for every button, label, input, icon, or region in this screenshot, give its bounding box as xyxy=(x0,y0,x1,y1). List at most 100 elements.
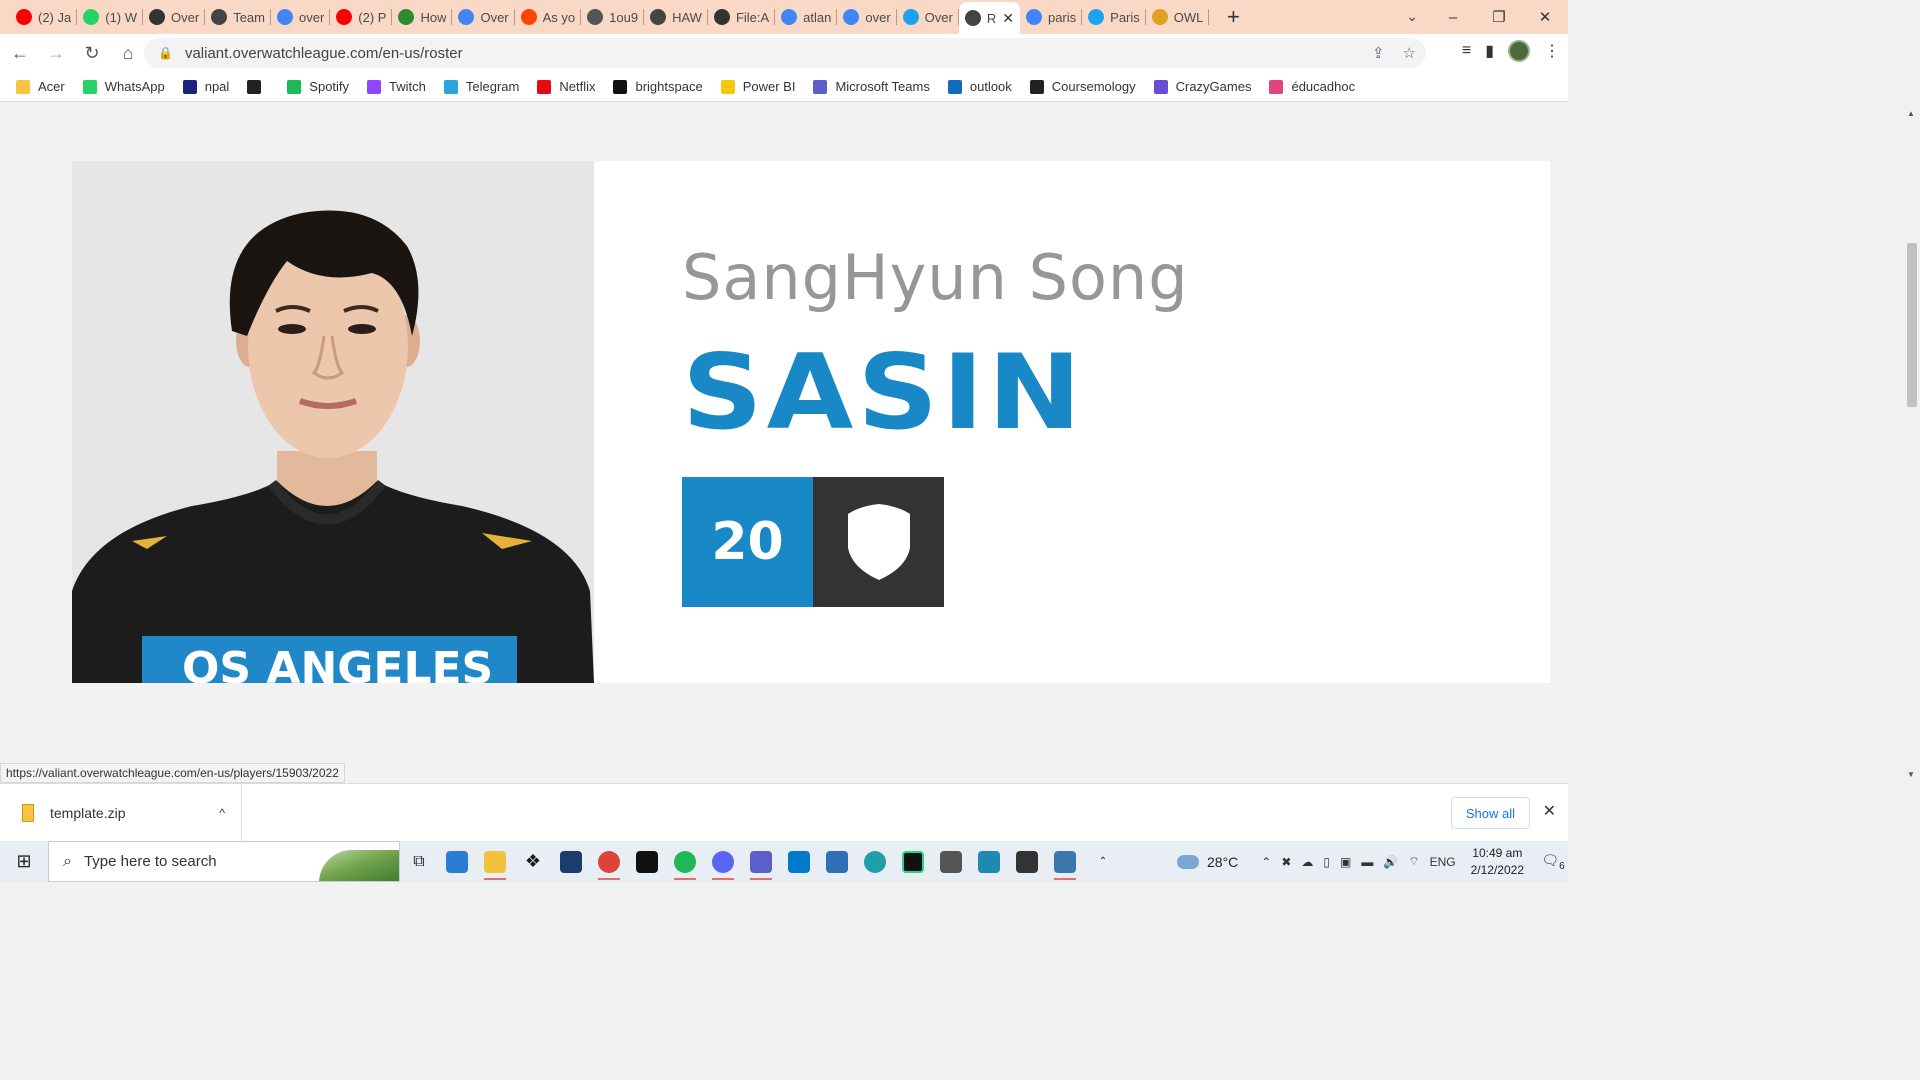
player-card[interactable]: OS ANGELES SangHyun Song SASIN 20 xyxy=(72,161,1550,683)
tablet-icon[interactable]: ▯ xyxy=(1323,855,1330,869)
bookmark-item[interactable]: Power BI xyxy=(720,79,796,94)
tab-title[interactable]: OWL xyxy=(1174,10,1204,25)
tab-title[interactable]: How xyxy=(420,10,446,25)
chevron-up-icon[interactable]: ^ xyxy=(219,806,225,820)
browser-tab[interactable]: (2) Ja xyxy=(10,0,78,34)
bookmark-item[interactable]: Netflix xyxy=(537,79,595,94)
vscode-icon[interactable] xyxy=(780,841,818,882)
unity-icon[interactable] xyxy=(932,841,970,882)
tab-title[interactable]: (2) Ja xyxy=(38,10,71,25)
browser-tab[interactable]: over xyxy=(837,0,897,34)
download-item[interactable]: template.zip ^ xyxy=(0,784,242,841)
browser-tab[interactable]: (2) P xyxy=(330,0,393,34)
maya-icon[interactable] xyxy=(970,841,1008,882)
browser-tab[interactable]: Over xyxy=(143,0,206,34)
tab-title[interactable]: Over xyxy=(171,10,199,25)
bookmark-item[interactable]: CrazyGames xyxy=(1153,79,1252,94)
bookmark-label[interactable]: Power BI xyxy=(743,79,796,94)
photos-icon[interactable] xyxy=(818,841,856,882)
bookmark-item[interactable]: éducadhoc xyxy=(1269,79,1355,94)
page-scrollbar[interactable]: ▲ ▼ xyxy=(1904,103,1920,783)
browser-tab[interactable]: Over xyxy=(897,0,959,34)
browser-tab[interactable]: Over xyxy=(452,0,515,34)
chrome-icon[interactable] xyxy=(590,841,628,882)
bookmark-item[interactable]: Acer xyxy=(16,79,65,94)
unity-hub-icon[interactable] xyxy=(1008,841,1046,882)
restore-icon[interactable]: ❐ xyxy=(1476,8,1522,26)
bookmark-label[interactable]: WhatsApp xyxy=(105,79,165,94)
bookmark-label[interactable]: Microsoft Teams xyxy=(835,79,929,94)
back-arrow-icon[interactable]: ← xyxy=(4,43,36,64)
share-icon[interactable]: ⇪ xyxy=(1372,44,1385,62)
volume-icon[interactable]: 🔊 xyxy=(1383,855,1398,869)
tab-title[interactable]: (1) W xyxy=(105,10,137,25)
taskbar-overflow-icon[interactable]: ⌃ xyxy=(1084,841,1122,882)
bookmark-item[interactable]: WhatsApp xyxy=(82,79,165,94)
weather-widget[interactable]: 28°C xyxy=(1177,854,1238,870)
discord-icon[interactable] xyxy=(704,841,742,882)
url-text[interactable]: valiant.overwatchleague.com/en-us/roster xyxy=(185,45,463,62)
bookmark-label[interactable]: outlook xyxy=(970,79,1012,94)
lock-icon[interactable]: 🔒 xyxy=(158,46,173,60)
dropbox-icon[interactable]: ❖ xyxy=(514,841,552,882)
browser-tab[interactable]: OWL xyxy=(1146,0,1210,34)
tab-title[interactable]: Over xyxy=(925,10,953,25)
bookmark-star-icon[interactable]: ☆ xyxy=(1403,44,1416,62)
tab-close-icon[interactable]: ✕ xyxy=(1002,10,1014,27)
bookmark-item[interactable]: npal xyxy=(182,79,230,94)
bookmark-item[interactable]: Spotify xyxy=(287,79,349,94)
bookmark-label[interactable]: Spotify xyxy=(309,79,349,94)
tab-title[interactable]: Over xyxy=(480,10,508,25)
bookmark-label[interactable]: npal xyxy=(205,79,230,94)
edge-icon[interactable] xyxy=(856,841,894,882)
bookmark-item[interactable]: brightspace xyxy=(613,79,703,94)
browser-tab[interactable]: R ✕ xyxy=(958,2,1020,34)
bookmark-item[interactable]: Coursemology xyxy=(1029,79,1136,94)
bookmark-item[interactable]: Telegram xyxy=(443,79,519,94)
home-icon[interactable]: ⌂ xyxy=(112,43,144,64)
browser-tab[interactable]: (1) W xyxy=(77,0,143,34)
tab-title[interactable]: File:A xyxy=(736,10,769,25)
taskbar-search-box[interactable]: ⌕ Type here to search xyxy=(48,841,400,882)
tab-title[interactable]: As yo xyxy=(543,10,576,25)
tab-title[interactable]: (2) P xyxy=(358,10,386,25)
notification-center-icon[interactable]: 🗨6 xyxy=(1538,852,1568,872)
tab-search-icon[interactable]: ⌄ xyxy=(1406,8,1418,25)
bookmark-label[interactable]: éducadhoc xyxy=(1291,79,1355,94)
media-control-icon[interactable]: ≡ xyxy=(1462,42,1471,60)
bookmark-item[interactable]: Twitch xyxy=(367,79,426,94)
antivirus-icon[interactable]: ✖ xyxy=(1281,855,1291,869)
netflix-app-icon[interactable] xyxy=(628,841,666,882)
tab-title[interactable]: Paris xyxy=(1110,10,1140,25)
mail-icon[interactable] xyxy=(438,841,476,882)
close-icon[interactable]: ✕ xyxy=(1543,801,1556,821)
clock[interactable]: 10:49 am 2/12/2022 xyxy=(1471,845,1524,879)
browser-tab[interactable]: File:A xyxy=(708,0,776,34)
tab-title[interactable]: over xyxy=(299,10,324,25)
address-bar[interactable]: 🔒 valiant.overwatchleague.com/en-us/rost… xyxy=(144,38,1426,68)
pycharm-icon[interactable] xyxy=(894,841,932,882)
bookmark-label[interactable]: Telegram xyxy=(466,79,519,94)
taskbar-search-placeholder[interactable]: Type here to search xyxy=(84,853,217,870)
scroll-thumb[interactable] xyxy=(1907,243,1917,407)
tab-title[interactable]: R xyxy=(987,11,996,26)
forward-arrow-icon[interactable]: → xyxy=(40,43,72,64)
profile-avatar[interactable] xyxy=(1508,40,1530,62)
meet-now-icon[interactable]: ▣ xyxy=(1340,855,1351,869)
browser-tab[interactable]: As yo xyxy=(515,0,582,34)
language-indicator[interactable]: ENG xyxy=(1430,855,1456,869)
browser-tab[interactable]: How xyxy=(392,0,453,34)
bitwarden-icon[interactable] xyxy=(552,841,590,882)
bookmark-label[interactable]: Acer xyxy=(38,79,65,94)
bookmark-item[interactable]: Microsoft Teams xyxy=(813,79,930,94)
windows-start-icon[interactable]: ⊞ xyxy=(0,851,48,872)
bookmark-label[interactable]: Twitch xyxy=(389,79,426,94)
scroll-down-icon[interactable]: ▼ xyxy=(1907,770,1915,779)
download-filename[interactable]: template.zip xyxy=(50,805,125,821)
file-explorer-icon[interactable] xyxy=(476,841,514,882)
bookmark-label[interactable]: Netflix xyxy=(559,79,595,94)
browser-tab[interactable]: Paris xyxy=(1082,0,1146,34)
bookmark-label[interactable]: CrazyGames xyxy=(1176,79,1252,94)
browser-tab[interactable]: over xyxy=(271,0,331,34)
teams-app-icon[interactable] xyxy=(742,841,780,882)
